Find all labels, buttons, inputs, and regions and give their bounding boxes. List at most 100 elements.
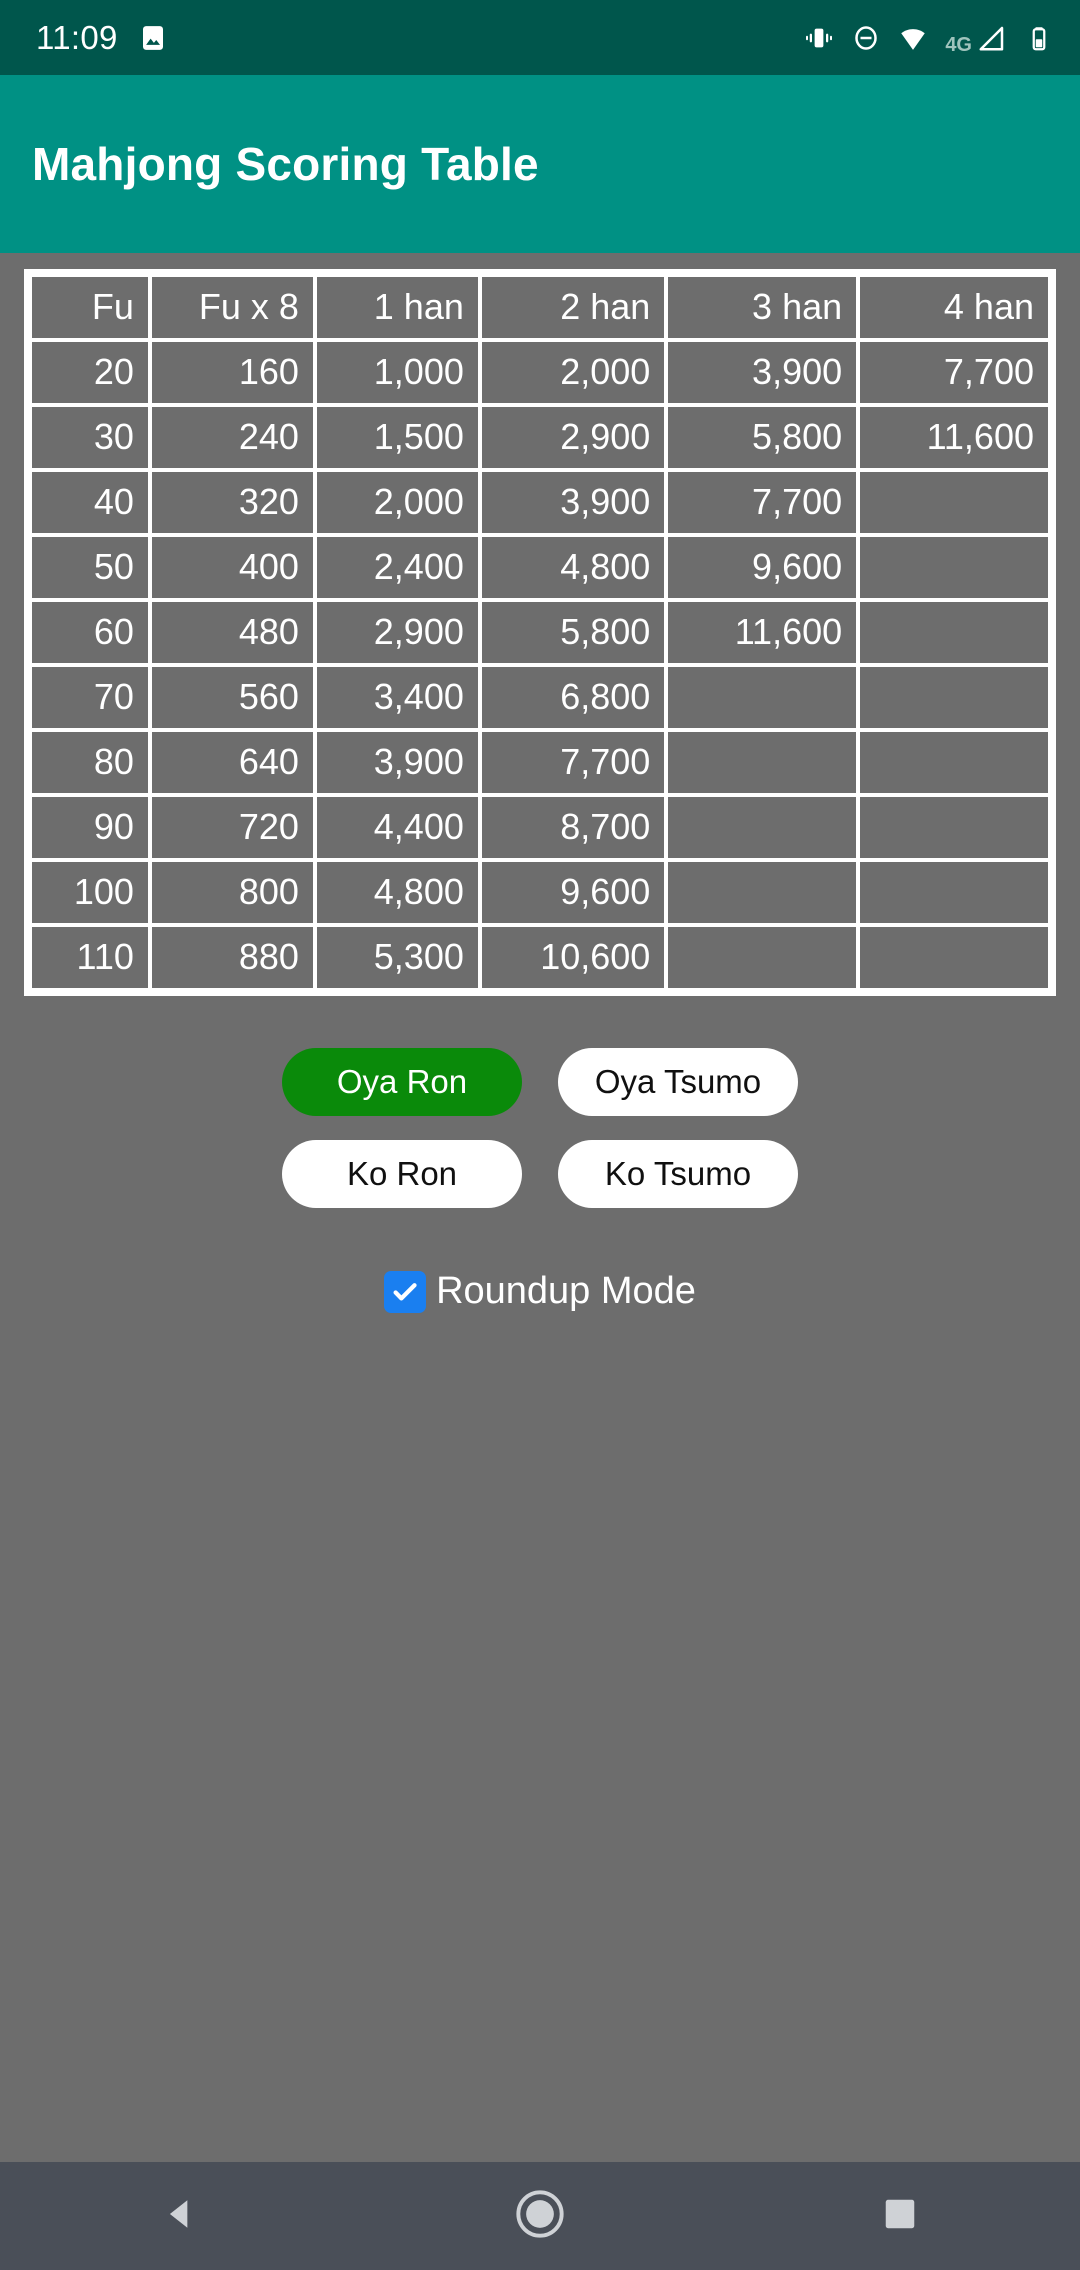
table-cell — [860, 927, 1048, 988]
table-cell: 2,900 — [316, 602, 478, 663]
table-cell: 3,400 — [316, 667, 478, 728]
table-cell: 110 — [32, 927, 148, 988]
table-row: 100 800 4,800 9,600 — [32, 862, 1048, 923]
table-cell: 60 — [32, 602, 148, 663]
table-cell: 3,900 — [481, 472, 665, 533]
table-cell: 560 — [151, 667, 313, 728]
table-cell: 4,400 — [316, 797, 478, 858]
table-cell: 2,000 — [481, 342, 665, 403]
table-cell: 7,700 — [668, 472, 857, 533]
table-cell: 1,500 — [316, 407, 478, 468]
table-header-row: Fu Fu x 81 han 2 han 3 han 4 han — [32, 277, 1048, 338]
table-cell: 320 — [151, 472, 313, 533]
table-header-cell: Fu x 8 — [151, 277, 313, 338]
table-cell: 720 — [151, 797, 313, 858]
ko-ron-button[interactable]: Ko Ron — [282, 1140, 522, 1208]
table-cell: 7,700 — [481, 732, 665, 793]
wifi-icon — [898, 23, 928, 53]
table-cell — [860, 667, 1048, 728]
table-cell — [668, 667, 857, 728]
table-cell: 9,600 — [668, 537, 857, 598]
status-bar-left: 11:09 — [36, 19, 168, 57]
roundup-mode-row[interactable]: Roundup Mode — [0, 1270, 1080, 1313]
home-circle-icon — [514, 2188, 566, 2245]
scoring-table-container: Fu Fu x 81 han 2 han 3 han 4 han 20 160 1,000 2… — [24, 269, 1056, 996]
table-row: 50 400 2,400 4,800 9,600 — [32, 537, 1048, 598]
checkmark-icon — [393, 1282, 417, 1300]
table-cell: 4,800 — [481, 537, 665, 598]
recents-square-icon — [881, 2195, 919, 2238]
table-cell: 4,800 — [316, 862, 478, 923]
app-bar: Mahjong Scoring Table — [0, 75, 1080, 253]
table-cell — [668, 797, 857, 858]
table-cell: 2,900 — [481, 407, 665, 468]
gallery-icon — [138, 23, 168, 53]
status-bar: 11:09 4G — [0, 0, 1080, 75]
vibrate-icon — [804, 23, 834, 53]
table-cell: 160 — [151, 342, 313, 403]
table-cell — [668, 862, 857, 923]
table-cell: 7,700 — [860, 342, 1048, 403]
table-cell — [860, 862, 1048, 923]
table-cell: 480 — [151, 602, 313, 663]
table-header-cell: 2 han — [481, 277, 665, 338]
table-row: 70 560 3,400 6,800 — [32, 667, 1048, 728]
table-cell: 11,600 — [668, 602, 857, 663]
table-cell: 40 — [32, 472, 148, 533]
table-header-cell: 3 han — [668, 277, 857, 338]
table-cell: 2,000 — [316, 472, 478, 533]
nav-home-button[interactable] — [480, 2162, 600, 2270]
oya-ron-button[interactable]: Oya Ron — [282, 1048, 522, 1116]
status-bar-right: 4G — [804, 18, 1054, 57]
table-cell: 2,400 — [316, 537, 478, 598]
do-not-disturb-icon — [851, 23, 881, 53]
battery-icon — [1024, 23, 1054, 53]
ko-tsumo-button[interactable]: Ko Tsumo — [558, 1140, 798, 1208]
mode-button-grid: Oya Ron Oya Tsumo Ko Ron Ko Tsumo — [0, 1048, 1080, 1208]
table-cell: 90 — [32, 797, 148, 858]
table-cell — [860, 537, 1048, 598]
table-row: 40 320 2,000 3,900 7,700 — [32, 472, 1048, 533]
roundup-mode-checkbox[interactable] — [384, 1270, 427, 1313]
table-cell — [860, 732, 1048, 793]
table-row: 90 720 4,400 8,700 — [32, 797, 1048, 858]
table-cell: 240 — [151, 407, 313, 468]
mode-button-row-2: Ko Ron Ko Tsumo — [282, 1140, 798, 1208]
table-cell — [860, 602, 1048, 663]
table-cell: 6,800 — [481, 667, 665, 728]
table-cell: 11,600 — [860, 407, 1048, 468]
table-cell: 80 — [32, 732, 148, 793]
table-cell: 880 — [151, 927, 313, 988]
table-cell — [668, 927, 857, 988]
table-cell — [860, 797, 1048, 858]
nav-recents-button[interactable] — [840, 2162, 960, 2270]
page-title: Mahjong Scoring Table — [32, 138, 539, 190]
nav-back-button[interactable] — [120, 2162, 240, 2270]
table-cell: 10,600 — [481, 927, 665, 988]
table-cell: 70 — [32, 667, 148, 728]
table-cell: 640 — [151, 732, 313, 793]
table-cell: 8,700 — [481, 797, 665, 858]
table-cell: 1,000 — [316, 342, 478, 403]
table-header-cell: 4 han — [860, 277, 1048, 338]
scoring-table-body: 20 160 1,000 2,000 3,900 7,700 30 240 1,500 2,900… — [32, 342, 1048, 988]
table-cell: 20 — [32, 342, 148, 403]
signal-icon — [977, 23, 1007, 53]
roundup-mode-label: Roundup Mode — [436, 1270, 696, 1312]
scoring-table: Fu Fu x 81 han 2 han 3 han 4 han 20 160 1,000 2… — [28, 273, 1052, 992]
table-cell: 800 — [151, 862, 313, 923]
table-row: 20 160 1,000 2,000 3,900 7,700 — [32, 342, 1048, 403]
table-cell: 30 — [32, 407, 148, 468]
table-cell: 3,900 — [316, 732, 478, 793]
system-navigation-bar — [0, 2162, 1080, 2270]
oya-tsumo-button[interactable]: Oya Tsumo — [558, 1048, 798, 1116]
table-cell: 50 — [32, 537, 148, 598]
table-cell: 5,800 — [481, 602, 665, 663]
back-triangle-icon — [158, 2192, 202, 2241]
table-row: 80 640 3,900 7,700 — [32, 732, 1048, 793]
table-cell: 100 — [32, 862, 148, 923]
table-cell: 3,900 — [668, 342, 857, 403]
table-cell — [668, 732, 857, 793]
table-header-cell: Fu — [32, 277, 148, 338]
table-row: 30 240 1,500 2,900 5,800 11,600 — [32, 407, 1048, 468]
